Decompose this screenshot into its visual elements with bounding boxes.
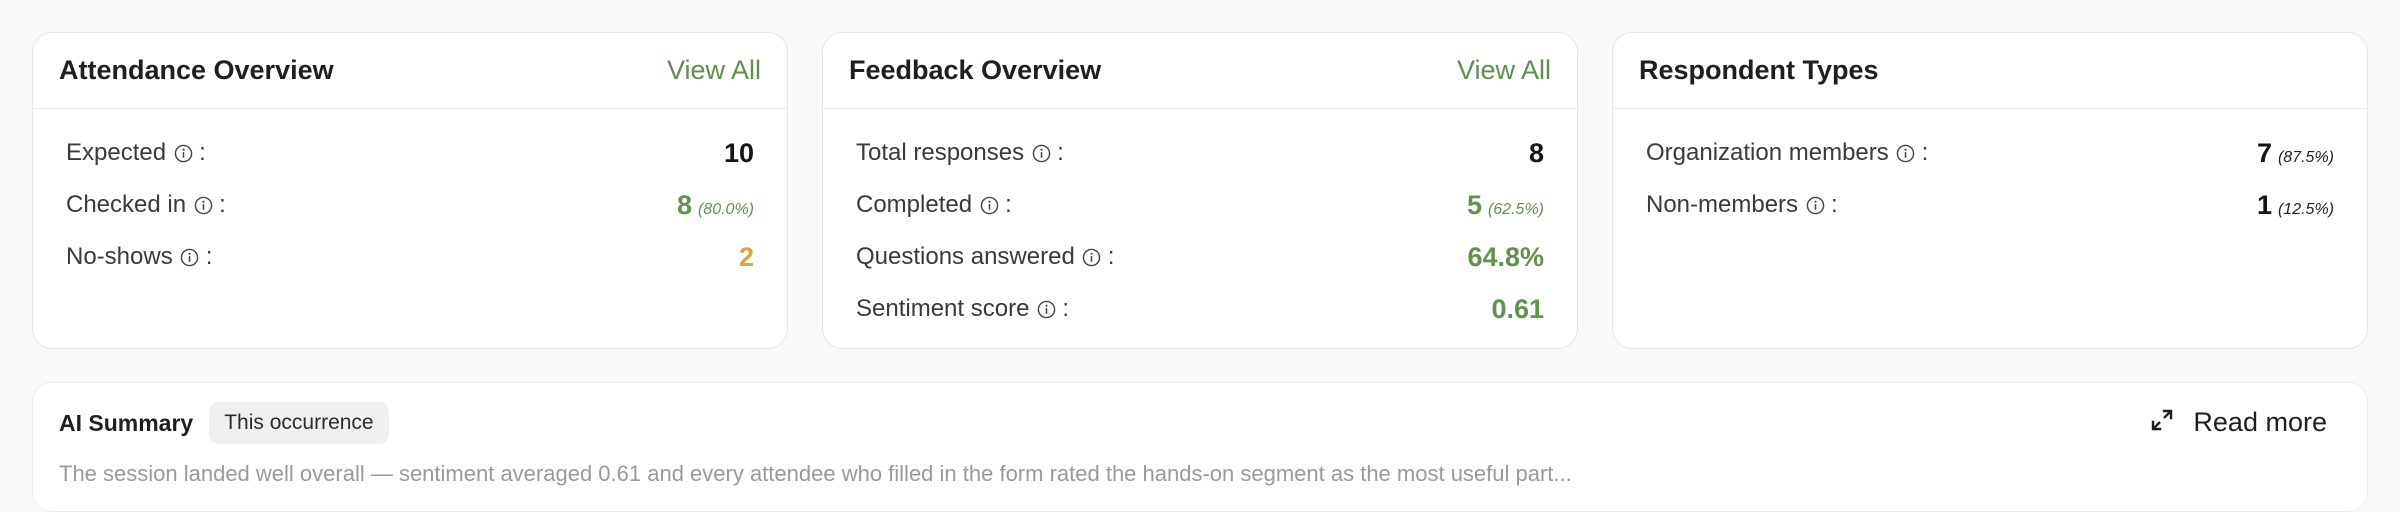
stat-percentage: (12.5%): [2277, 200, 2334, 218]
label-colon: :: [1057, 139, 1064, 166]
info-icon[interactable]: [1036, 299, 1056, 319]
card-body: Expected : 10 Checked in : 8 (80.0%) No-s…: [33, 109, 787, 283]
overview-cards: Attendance Overview View All Expected : …: [32, 32, 2368, 349]
stat-label-text: Questions answered: [856, 243, 1075, 270]
info-icon[interactable]: [1805, 195, 1825, 215]
card-header: Feedback Overview View All: [823, 33, 1577, 109]
card-header: Respondent Types: [1613, 33, 2367, 109]
stat-label: Checked in :: [66, 191, 226, 219]
info-icon[interactable]: [180, 247, 200, 267]
info-icon[interactable]: [1031, 143, 1051, 163]
stat-label-text: Sentiment score: [856, 295, 1030, 322]
stat-row-questions-answered: Questions answered : 64.8%: [856, 231, 1544, 283]
stat-row-completed: Completed : 5 (62.5%): [856, 179, 1544, 231]
stat-row-sentiment-score: Sentiment score : 0.61: [856, 283, 1544, 335]
stat-percentage: (87.5%): [2277, 148, 2334, 166]
ai-summary-title: AI Summary: [59, 409, 194, 436]
view-all-link[interactable]: View All: [1457, 55, 1551, 86]
stat-value: 10: [723, 137, 754, 168]
read-more-button[interactable]: Read more: [2151, 407, 2327, 438]
stat-label-text: No-shows: [66, 243, 173, 270]
stat-label-text: Organization members: [1646, 139, 1889, 166]
ai-summary-header: AI Summary This occurrence: [59, 402, 389, 444]
info-icon[interactable]: [1896, 143, 1916, 163]
view-all-link[interactable]: View All: [667, 55, 761, 86]
info-icon[interactable]: [173, 143, 193, 163]
card-body: Total responses : 8 Completed : 5 (62.5%)…: [823, 109, 1577, 335]
stat-row-non-members: Non-members : 1 (12.5%): [1646, 179, 2334, 231]
stat-row-no-shows: No-shows : 2: [66, 231, 754, 283]
stat-percentage: (62.5%): [1487, 200, 1544, 218]
stat-row-organization-members: Organization members : 7 (87.5%): [1646, 127, 2334, 179]
label-colon: :: [219, 191, 226, 218]
read-more-label: Read more: [2193, 407, 2327, 437]
attendance-overview-card: Attendance Overview View All Expected : …: [32, 32, 788, 349]
stat-value: 8 (80.0%): [676, 189, 754, 220]
info-icon[interactable]: [979, 195, 999, 215]
label-colon: :: [1831, 191, 1838, 218]
stat-percentage: (80.0%): [697, 200, 754, 218]
label-colon: :: [1062, 295, 1070, 322]
stat-row-expected: Expected : 10: [66, 127, 754, 179]
occurrence-chip: This occurrence: [209, 402, 389, 444]
stat-label: Completed :: [856, 191, 1012, 219]
label-colon: :: [205, 243, 213, 270]
ai-summary-card: AI Summary This occurrence Read more The…: [32, 382, 2368, 512]
label-colon: :: [1921, 139, 1929, 166]
info-icon[interactable]: [1082, 247, 1102, 267]
label-colon: :: [1107, 243, 1115, 270]
stat-label: No-shows :: [66, 243, 212, 271]
respondent-types-card: Respondent Types Organization members : …: [1612, 32, 2368, 349]
stat-label-text: Completed: [856, 191, 973, 218]
ai-summary-text: The session landed well overall — sentim…: [59, 461, 1572, 486]
stat-value: 64.8%: [1467, 241, 1544, 272]
stat-label: Sentiment score :: [856, 295, 1069, 323]
card-title: Attendance Overview: [59, 55, 334, 85]
card-title: Respondent Types: [1639, 55, 1879, 85]
card-header: Attendance Overview View All: [33, 33, 787, 109]
label-colon: :: [199, 139, 206, 166]
feedback-overview-card: Feedback Overview View All Total respons…: [822, 32, 1578, 349]
stat-label-text: Expected: [66, 139, 167, 166]
stat-row-checked-in: Checked in : 8 (80.0%): [66, 179, 754, 231]
stat-label-text: Total responses: [856, 139, 1025, 166]
card-title: Feedback Overview: [849, 55, 1102, 85]
stat-label-text: Checked in: [66, 191, 187, 218]
label-colon: :: [1005, 191, 1012, 218]
stat-label: Questions answered :: [856, 243, 1114, 271]
card-body: Organization members : 7 (87.5%) Non-memb…: [1613, 109, 2367, 231]
stat-value: 5 (62.5%): [1466, 189, 1544, 220]
info-icon[interactable]: [193, 195, 213, 215]
stat-value: 7 (87.5%): [2256, 137, 2334, 168]
stat-value: 2: [738, 241, 754, 272]
stat-label: Total responses :: [856, 139, 1064, 167]
stat-value: 8: [1528, 137, 1544, 168]
stat-value: 0.61: [1491, 293, 1544, 324]
stat-label-text: Non-members: [1646, 191, 1799, 218]
stat-label: Organization members :: [1646, 139, 1928, 167]
stat-value: 1 (12.5%): [2256, 189, 2334, 220]
stat-label: Non-members :: [1646, 191, 1838, 219]
expand-arrows-icon: [2151, 409, 2173, 436]
stat-label: Expected :: [66, 139, 206, 167]
stat-row-total-responses: Total responses : 8: [856, 127, 1544, 179]
